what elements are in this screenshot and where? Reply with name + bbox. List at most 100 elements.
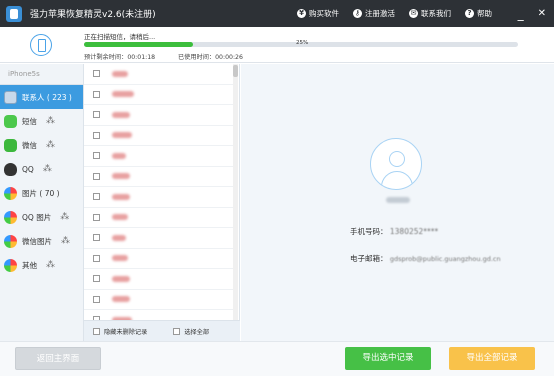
contact-name-blurred [112,296,130,303]
time-used: 已使用时间：00:00:26 [178,52,243,61]
row-checkbox[interactable] [93,70,100,78]
list-item[interactable] [84,146,234,167]
sidebar-item-label: 微信 [22,140,37,150]
minimize-button[interactable]: _ [518,7,524,21]
phone-icon [30,34,52,56]
hide-deleted-label: 隐藏未删除记录 [104,328,148,336]
sidebar-item-contacts[interactable]: 联系人 ( 223 ) [0,85,83,109]
list-item[interactable] [84,228,234,249]
loading-spinner-icon: ⁂ [46,140,55,150]
list-item[interactable] [84,290,234,310]
sidebar-item-wechat[interactable]: 微信 ⁂ [0,133,83,157]
contact-name-blurred [386,197,410,203]
list-item[interactable] [84,187,234,208]
row-checkbox[interactable] [93,254,100,262]
sidebar-item-label: 联系人 ( 223 ) [22,92,72,102]
row-checkbox[interactable] [93,213,100,221]
avatar-head-icon [389,151,405,167]
title-bar: 强力苹果恢复精灵v2.6(未注册) ¥ 购买软件 ⚷ 注册激活 ✉ 联系我们 ? 帮助 … [0,0,554,27]
scan-progress-fill [84,42,193,47]
sidebar-item-label: 短信 [22,116,37,126]
list-item[interactable] [84,85,234,105]
contact-name-blurred [112,275,130,282]
contact-name-blurred [112,132,132,139]
list-item[interactable] [84,208,234,228]
email-field: 电子邮箱： gdsprob@public.guangzhou.gd.cn [350,253,501,264]
category-sidebar: iPhone5s 联系人 ( 223 ) 短信 ⁂ 微信 ⁂ QQ ⁂ 图片 (… [0,64,84,341]
loading-spinner-icon: ⁂ [46,116,55,126]
window-controls: _ ✕ [518,0,546,27]
app-title: 强力苹果恢复精灵v2.6(未注册) [30,10,156,20]
row-checkbox[interactable] [93,193,100,201]
scan-progress-panel: 正在扫描短信，请稍后... 25% 预计剩余时间：00:01:18 已使用时间：… [0,27,554,63]
buy-software-link[interactable]: ¥ 购买软件 [297,8,339,19]
select-all-label: 选择全部 [184,328,210,336]
sidebar-item-sms[interactable]: 短信 ⁂ [0,109,83,133]
app-logo-icon [6,5,22,22]
photos-icon [4,186,17,200]
time-used-label: 已使用时间： [178,54,216,61]
phone-field: 手机号码： 1380252**** [350,226,438,237]
scrollbar-track[interactable] [233,64,238,320]
list-item[interactable] [84,126,234,146]
list-footer: 隐藏未删除记录 选择全部 [84,320,240,341]
sidebar-item-wechat-photos[interactable]: 微信图片 ⁂ [0,229,83,253]
contact-name-blurred [112,193,130,200]
row-checkbox[interactable] [93,172,100,180]
phone-label: 手机号码： [350,227,388,236]
contact-name-blurred [112,234,126,241]
back-to-main-button[interactable]: 返回主界面 [15,347,101,370]
contact-detail-panel: 手机号码： 1380252**** 电子邮箱： gdsprob@public.g… [241,64,554,341]
contact-name-blurred [112,70,128,77]
qq-photos-icon [4,210,17,224]
row-checkbox[interactable] [93,90,100,98]
list-item[interactable] [84,310,234,320]
contact-name-blurred [112,173,130,180]
device-name: iPhone5s [0,64,83,85]
email-value: gdsprob@public.guangzhou.gd.cn [389,255,501,263]
export-selected-button[interactable]: 导出选中记录 [345,347,431,370]
contacts-icon [4,90,17,104]
email-label: 电子邮箱： [350,254,388,263]
sidebar-item-label: 图片 ( 70 ) [22,188,60,198]
sidebar-item-photos[interactable]: 图片 ( 70 ) [0,181,83,205]
time-remaining-value: 00:01:18 [127,54,156,61]
list-item[interactable] [84,269,234,290]
close-button[interactable]: ✕ [538,8,546,19]
scrollbar-thumb[interactable] [233,65,238,77]
row-checkbox[interactable] [93,234,100,242]
select-all-checkbox[interactable] [173,327,181,335]
row-checkbox[interactable] [93,131,100,139]
time-used-value: 00:00:26 [215,54,243,61]
help-label: 帮助 [477,9,492,18]
sidebar-item-other[interactable]: 其他 ⁂ [0,253,83,277]
wechat-photos-icon [4,234,17,248]
loading-spinner-icon: ⁂ [42,164,52,174]
time-remaining-label: 预计剩余时间： [84,54,128,61]
list-item[interactable] [84,64,234,85]
titlebar-menu: ¥ 购买软件 ⚷ 注册激活 ✉ 联系我们 ? 帮助 [297,0,492,27]
list-item[interactable] [84,167,234,187]
row-checkbox[interactable] [93,111,100,119]
list-item[interactable] [84,105,234,126]
row-checkbox[interactable] [93,152,100,160]
sidebar-item-qq[interactable]: QQ ⁂ [0,157,83,181]
contact-list-rows[interactable] [84,64,234,320]
export-all-button[interactable]: 导出全部记录 [449,347,535,370]
contact-label: 联系我们 [421,9,451,18]
loading-spinner-icon: ⁂ [60,212,70,222]
sidebar-item-qq-photos[interactable]: QQ 图片 ⁂ [0,205,83,229]
other-icon [4,258,17,272]
sidebar-item-label: QQ [22,164,34,174]
contact-link[interactable]: ✉ 联系我们 [409,8,451,19]
register-link[interactable]: ⚷ 注册激活 [353,8,395,19]
help-link[interactable]: ? 帮助 [465,8,492,19]
key-icon: ⚷ [353,9,362,18]
row-checkbox[interactable] [93,275,100,283]
time-remaining: 预计剩余时间：00:01:18 [84,52,155,61]
row-checkbox[interactable] [93,295,100,303]
contact-list: 隐藏未删除记录 选择全部 [84,64,240,341]
hide-deleted-checkbox[interactable] [93,327,100,335]
list-item[interactable] [84,249,234,269]
contact-avatar [370,138,422,190]
